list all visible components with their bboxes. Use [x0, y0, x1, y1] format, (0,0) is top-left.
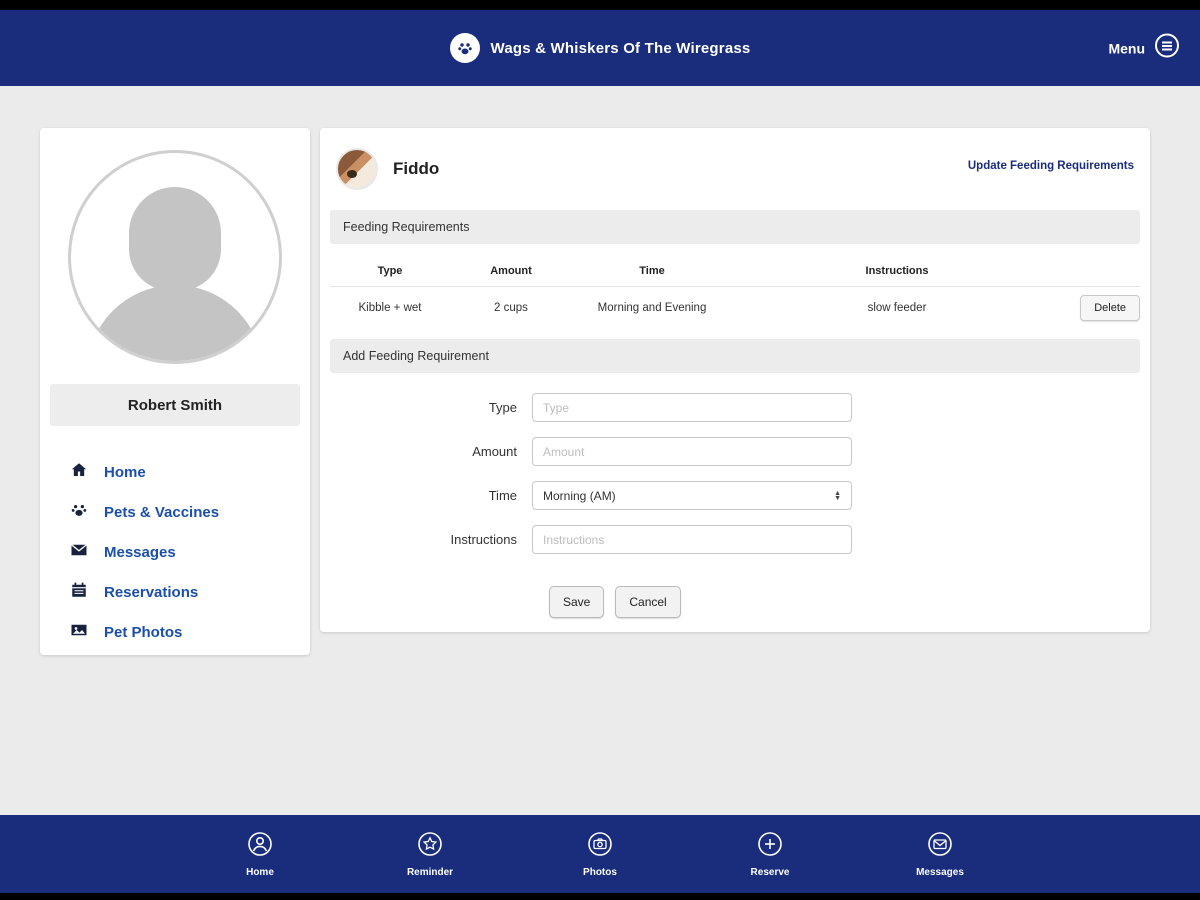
delete-button[interactable]: Delete [1080, 295, 1140, 321]
cell-amount: 2 cups [494, 302, 528, 314]
pet-name: Fiddo [393, 159, 440, 178]
sidebar-item-label: Pets & Vaccines [104, 503, 220, 521]
bottom-nav-label: Reserve [750, 866, 790, 878]
instructions-label: Instructions [450, 532, 517, 547]
form-row-amount: Amount [320, 437, 1150, 466]
select-arrows-icon: ▲ ▼ [834, 489, 841, 502]
hamburger-icon [1154, 33, 1180, 64]
mail-circle-icon [927, 831, 953, 862]
bottom-nav-reserve[interactable]: Reserve [730, 831, 810, 878]
brand: Wags & Whiskers Of The Wiregrass [449, 33, 751, 63]
envelope-icon [70, 541, 88, 564]
cell-instructions: slow feeder [867, 302, 927, 314]
cell-type: Kibble + wet [358, 302, 422, 314]
time-label: Time [488, 488, 517, 503]
bottom-nav-label: Messages [916, 866, 964, 878]
app-header: Wags & Whiskers Of The Wiregrass Menu [0, 10, 1200, 86]
bottom-nav-messages[interactable]: Messages [900, 831, 980, 878]
menu-button[interactable]: Menu [1108, 33, 1180, 64]
bottom-system-strip [0, 893, 1200, 900]
app-title: Wags & Whiskers Of The Wiregrass [490, 39, 751, 57]
save-button[interactable]: Save [549, 586, 605, 618]
avatar-shoulders [87, 285, 263, 361]
pet-detail-card: Fiddo Update Feeding Requirements Feedin… [320, 128, 1150, 632]
col-header-amount: Amount [490, 265, 532, 277]
feeding-requirements-section-header: Feeding Requirements [330, 210, 1140, 244]
sidebar-item-label: Reservations [104, 583, 199, 601]
avatar-head [129, 187, 221, 291]
sidebar-item-pet-photos[interactable]: Pet Photos [70, 612, 310, 652]
paw-icon [70, 501, 88, 524]
form-row-instructions: Instructions [320, 525, 1150, 554]
table-row: Kibble + wet 2 cups Morning and Evening … [330, 287, 1140, 333]
pet-header: Fiddo Update Feeding Requirements [320, 128, 1150, 204]
amount-label: Amount [472, 444, 517, 459]
bottom-nav-reminder[interactable]: Reminder [390, 831, 470, 878]
form-actions: Save Cancel [549, 586, 1150, 642]
sidebar-item-label: Home [104, 463, 146, 481]
photo-icon [70, 621, 88, 644]
col-header-time: Time [639, 265, 665, 277]
amount-input[interactable] [532, 437, 852, 466]
type-label: Type [488, 400, 517, 415]
sidebar-item-pets-vaccines[interactable]: Pets & Vaccines [70, 492, 310, 532]
plus-circle-icon [757, 831, 783, 862]
top-system-strip [0, 0, 1200, 10]
form-row-type: Type [320, 393, 1150, 422]
star-circle-icon [417, 831, 443, 862]
calendar-icon [70, 581, 88, 604]
sidebar-item-home[interactable]: Home [70, 452, 310, 492]
bottom-nav-label: Reminder [406, 866, 454, 878]
sidebar-item-label: Messages [104, 543, 176, 561]
form-row-time: Time Morning (AM) ▲ ▼ [320, 481, 1150, 510]
time-select-value: Morning (AM) [543, 488, 616, 503]
brand-logo-icon [449, 33, 480, 63]
update-feeding-link[interactable]: Update Feeding Requirements [968, 160, 1134, 172]
table-header-row: Type Amount Time Instructions [330, 256, 1140, 287]
avatar [68, 150, 282, 364]
cell-time: Morning and Evening [597, 302, 707, 314]
type-input[interactable] [532, 393, 852, 422]
bottom-nav-label: Home [246, 866, 274, 878]
bottom-nav-photos[interactable]: Photos [560, 831, 640, 878]
col-header-instructions: Instructions [865, 265, 929, 277]
home-icon [70, 461, 88, 484]
cancel-button[interactable]: Cancel [615, 586, 681, 618]
feeding-requirements-table: Type Amount Time Instructions Kibble + w… [330, 256, 1140, 333]
instructions-input[interactable] [532, 525, 852, 554]
menu-label: Menu [1108, 40, 1145, 56]
user-name: Robert Smith [50, 384, 300, 426]
bottom-nav-label: Photos [583, 866, 617, 878]
col-header-type: Type [377, 265, 403, 277]
time-select[interactable]: Morning (AM) ▲ ▼ [532, 481, 852, 510]
sidebar-item-messages[interactable]: Messages [70, 532, 310, 572]
pet-photo [336, 148, 378, 190]
add-feeding-section-header: Add Feeding Requirement [330, 339, 1140, 373]
sidebar-item-label: Pet Photos [104, 623, 183, 641]
sidebar-item-reservations[interactable]: Reservations [70, 572, 310, 612]
sidebar-nav: Home Pets & Vaccines Messages Reservatio… [70, 452, 310, 652]
camera-circle-icon [587, 831, 613, 862]
bottom-nav-home[interactable]: Home [220, 831, 300, 878]
profile-sidebar: Robert Smith Home Pets & Vaccines Messag… [40, 128, 310, 655]
bottom-nav: Home Reminder Photos Reserve Messages [0, 815, 1200, 893]
person-circle-icon [247, 831, 273, 862]
add-feeding-form: Type Amount Time Morning (AM) ▲▼ Instruc… [320, 393, 1150, 642]
